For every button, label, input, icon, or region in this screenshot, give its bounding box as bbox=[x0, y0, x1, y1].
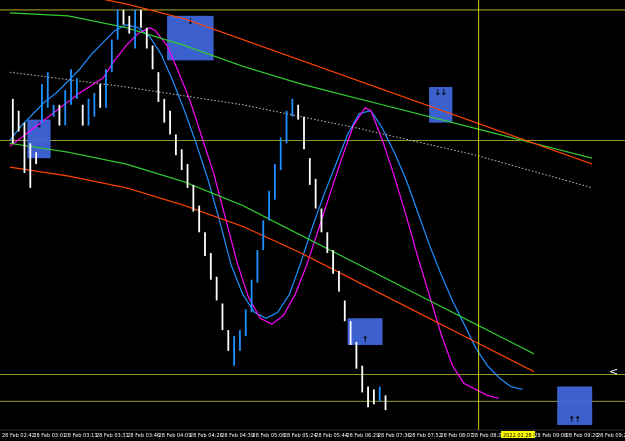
time-tick-label: 28 Feb 05:24 bbox=[284, 433, 317, 439]
signal-arrow-2-0: ↑ bbox=[362, 335, 369, 344]
time-tick-label: 28 Feb 03:01 bbox=[33, 433, 66, 439]
time-tick-label: 28 Feb 02:42 bbox=[2, 433, 35, 439]
time-tick-label: 28 Feb 04:09 bbox=[159, 433, 192, 439]
time-tick-label: 28 Feb 04:39 bbox=[221, 433, 254, 439]
signal-arrow-3-1: ↓ bbox=[440, 88, 447, 97]
time-tick-label: 28 Feb 03:31 bbox=[96, 433, 129, 439]
time-tick-label: 28 Feb 03:46 bbox=[127, 433, 160, 439]
time-tick-label: 28 Feb 09:08 bbox=[534, 433, 567, 439]
time-tick-label: 28 Feb 04:26 bbox=[190, 433, 223, 439]
time-tick-label: 28 Feb 03:13 bbox=[65, 433, 98, 439]
time-tick-label: 28 Feb 08:07 bbox=[440, 433, 473, 439]
time-tick-label: 28 Feb 05:08 bbox=[253, 433, 286, 439]
signal-arrow-4-1: ↑ bbox=[574, 415, 581, 424]
price-level-marker: < bbox=[609, 365, 618, 378]
price-chart[interactable]: ↓↓↑↓ ↓↑ ↑ 28 Feb 02:4228 Feb 03:0128 Feb 0… bbox=[0, 0, 625, 441]
time-tick-label: 28 Feb 08:21 bbox=[472, 433, 505, 439]
time-tick-label: 28 Feb 09:26 bbox=[597, 433, 625, 439]
time-tick-label: 28 Feb 07:52 bbox=[409, 433, 442, 439]
time-tick-label: 28 Feb 06:29 bbox=[346, 433, 379, 439]
time-tick-label: 28 Feb 05:44 bbox=[315, 433, 348, 439]
time-tick-label: 28 Feb 07:36 bbox=[378, 433, 411, 439]
time-tick-label: 28 Feb 09:20 bbox=[566, 433, 599, 439]
